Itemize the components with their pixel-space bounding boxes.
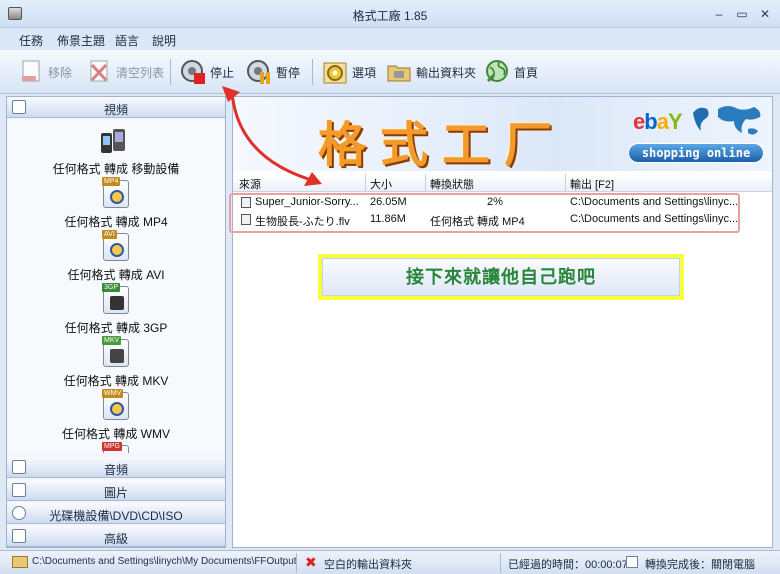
after-complete-label: 轉換完成後：關閉電腦 (645, 559, 755, 571)
empty-output-folder[interactable]: 空白的輸出資料夾 (324, 556, 412, 572)
annotation-arrow (222, 86, 322, 186)
elapsed-time: 已經過的時間：00:00:07 (508, 559, 628, 571)
close-icon: ✖ (305, 554, 317, 570)
status-bar: C:\Documents and Settings\linych\My Docu… (0, 550, 780, 574)
folder-icon (12, 556, 28, 568)
output-path[interactable]: C:\Documents and Settings\linych\My Docu… (32, 556, 297, 567)
shutdown-checkbox[interactable] (626, 556, 638, 568)
